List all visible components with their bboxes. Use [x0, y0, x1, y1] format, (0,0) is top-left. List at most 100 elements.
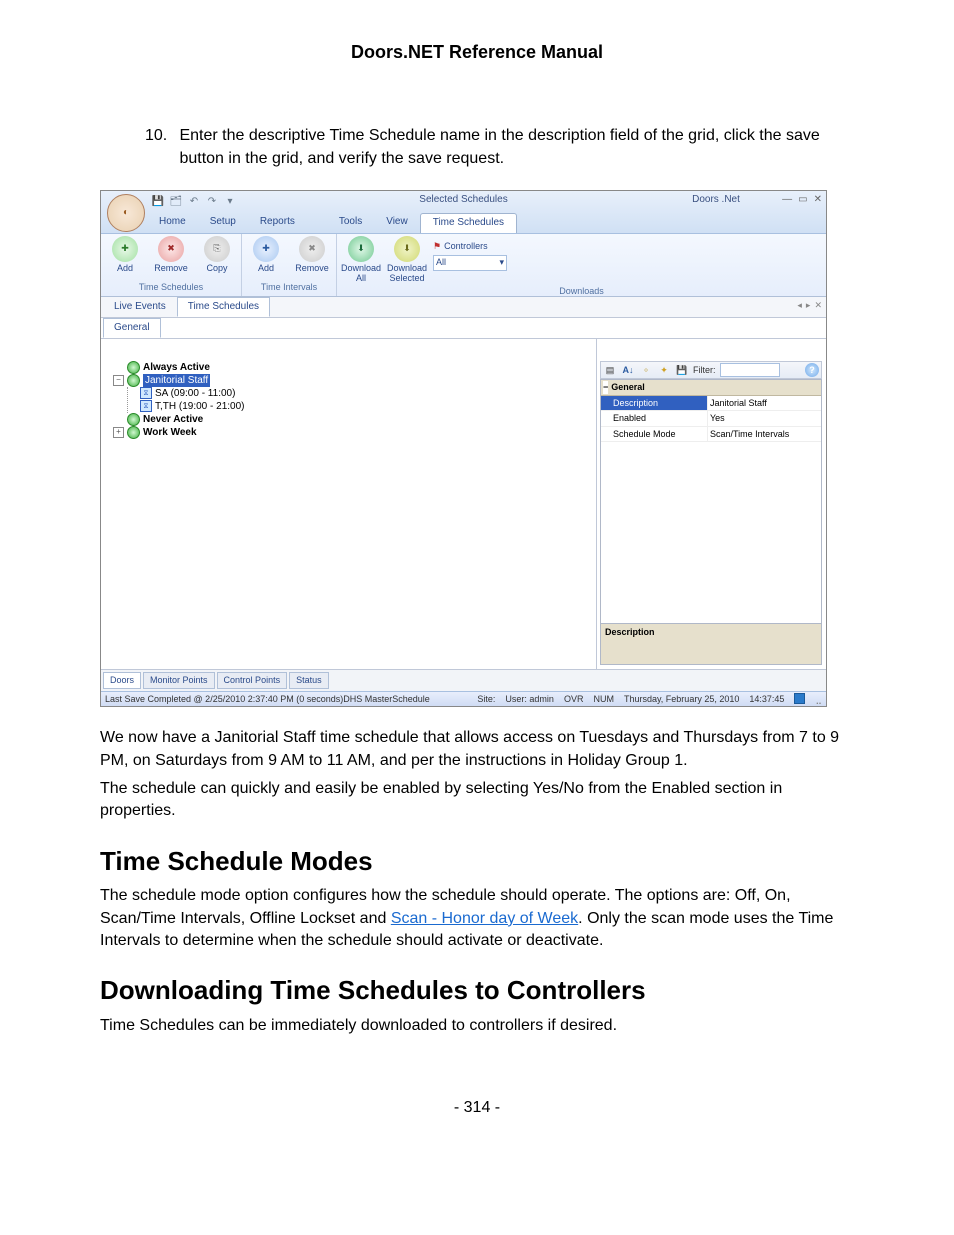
sub-tabs-row: General — [101, 318, 826, 339]
add-schedule-button[interactable]: ✚ Add — [105, 236, 145, 274]
lightning-icon[interactable]: ✦ — [657, 363, 671, 377]
tree-node-work-week[interactable]: + Work Week — [113, 426, 596, 439]
add-icon: ✚ — [112, 236, 138, 262]
properties-description: Description — [600, 624, 822, 665]
remove-schedule-button[interactable]: ✖ Remove — [151, 236, 191, 274]
add-label: Add — [117, 264, 133, 274]
status-date: Thursday, February 25, 2010 — [624, 693, 739, 706]
resize-grip-icon[interactable]: ⣀ — [815, 693, 822, 706]
close-icon[interactable]: ✕ — [814, 193, 822, 207]
categorized-icon[interactable]: ▤ — [603, 363, 617, 377]
panel-tab-time-schedules[interactable]: Time Schedules — [177, 297, 270, 317]
disk-icon — [794, 693, 805, 704]
heading-downloading: Downloading Time Schedules to Controller… — [100, 972, 854, 1008]
tree-node-sa-interval[interactable]: ⧖ SA (09:00 - 11:00) — [140, 387, 596, 400]
status-last-save: Last Save Completed @ 2/25/2010 2:37:40 … — [105, 693, 467, 706]
menu-tab-time-schedules[interactable]: Time Schedules — [420, 213, 517, 233]
save-icon[interactable]: 💾 — [675, 363, 689, 377]
controllers-combo[interactable]: All ▾ — [433, 255, 507, 271]
page-number: - 314 - — [100, 1097, 854, 1119]
tree-node-always-active[interactable]: Always Active — [113, 361, 596, 374]
bottom-tab-monitor-points[interactable]: Monitor Points — [143, 672, 215, 689]
body-paragraph-4: Time Schedules can be immediately downlo… — [100, 1015, 854, 1037]
controllers-label: Controllers — [444, 240, 488, 253]
combo-value: All — [436, 256, 446, 269]
remove-interval-button[interactable]: ✖ Remove — [292, 236, 332, 274]
download-selected-icon: ⬇ — [394, 236, 420, 262]
collapse-icon[interactable]: − — [603, 381, 608, 394]
maximize-icon[interactable]: ▭ — [798, 193, 807, 207]
nav-prev-icon[interactable]: ◂ — [797, 299, 802, 312]
save-all-icon[interactable]: 🗂 — [169, 195, 183, 209]
status-bar: Last Save Completed @ 2/25/2010 2:37:40 … — [101, 691, 826, 707]
panel-nav-icons: ◂ ▸ ✕ — [797, 299, 822, 312]
tree-node-tth-interval[interactable]: ⧖ T,TH (19:00 - 21:00) — [140, 400, 596, 413]
app-title: Doors .Net — [692, 193, 740, 207]
prop-row-description[interactable]: Description Janitorial Staff — [601, 396, 821, 412]
clock-icon — [127, 361, 140, 374]
group-label-time-schedules: Time Schedules — [105, 280, 237, 296]
download-all-button[interactable]: ⬇ Download All — [341, 236, 381, 284]
qat-dropdown-icon[interactable]: ▾ — [223, 195, 237, 209]
panel-tab-live-events[interactable]: Live Events — [103, 297, 177, 317]
ribbon: ✚ Add ✖ Remove ⎘ Copy Time Schedules ✚ A… — [101, 234, 826, 297]
redo-icon[interactable]: ↷ — [205, 195, 219, 209]
flag-icon: ⚑ — [433, 240, 441, 253]
ribbon-group-downloads: ⬇ Download All ⬇ Download Selected ⚑ Con… — [337, 234, 826, 296]
window-controls: — ▭ ✕ — [782, 193, 822, 207]
menu-tab-reports[interactable]: Reports — [248, 213, 307, 233]
tree-node-never-active[interactable]: Never Active — [113, 413, 596, 426]
workspace: Always Active − Janitorial Staff ⧖ SA (0… — [101, 339, 826, 669]
node-label: Work Week — [143, 426, 197, 439]
menu-tab-view[interactable]: View — [374, 213, 420, 233]
copy-schedule-button[interactable]: ⎘ Copy — [197, 236, 237, 274]
app-orb-icon[interactable]: ◐ — [107, 194, 145, 232]
expand-icon[interactable]: + — [113, 427, 124, 438]
prop-row-enabled[interactable]: Enabled Yes — [601, 411, 821, 427]
sub-tab-general[interactable]: General — [103, 318, 161, 338]
filter-input[interactable] — [720, 363, 780, 377]
prop-row-mode[interactable]: Schedule Mode Scan/Time Intervals — [601, 427, 821, 443]
bottom-tab-status[interactable]: Status — [289, 672, 329, 689]
body-paragraph-3: The schedule mode option configures how … — [100, 885, 854, 952]
tree-node-janitorial[interactable]: − Janitorial Staff — [113, 374, 596, 387]
ribbon-menu: Home Setup Reports Tools View Time Sched… — [147, 213, 517, 233]
filter-label: Filter: — [693, 364, 716, 377]
menu-tab-tools[interactable]: Tools — [327, 213, 374, 233]
prop-value[interactable]: Janitorial Staff — [708, 396, 821, 411]
remove-interval-icon: ✖ — [299, 236, 325, 262]
prop-value[interactable]: Scan/Time Intervals — [708, 427, 821, 442]
category-label: General — [611, 381, 645, 394]
undo-icon[interactable]: ↶ — [187, 195, 201, 209]
ribbon-group-time-schedules: ✚ Add ✖ Remove ⎘ Copy Time Schedules — [101, 234, 242, 296]
properties-toolbar: ▤ A↓ ⚬ ✦ 💾 Filter: ? — [600, 361, 822, 379]
instruction-step: 10. Enter the descriptive Time Schedule … — [145, 125, 854, 170]
bottom-tab-control-points[interactable]: Control Points — [217, 672, 288, 689]
chevron-down-icon: ▾ — [499, 256, 504, 269]
menu-tab-setup[interactable]: Setup — [198, 213, 248, 233]
clock-icon — [127, 413, 140, 426]
prop-value[interactable]: Yes — [708, 411, 821, 426]
clock-icon — [127, 426, 140, 439]
group-label-time-intervals: Time Intervals — [246, 280, 332, 296]
node-label: T,TH (19:00 - 21:00) — [155, 400, 244, 413]
link-scan-honor-day[interactable]: Scan - Honor day of Week — [391, 910, 578, 927]
nav-next-icon[interactable]: ▸ — [806, 299, 811, 312]
add-interval-label: Add — [258, 264, 274, 274]
prop-category-general[interactable]: − General — [601, 380, 821, 396]
node-label-selected: Janitorial Staff — [143, 374, 210, 387]
bottom-tab-doors[interactable]: Doors — [103, 672, 141, 689]
add-interval-button[interactable]: ✚ Add — [246, 236, 286, 274]
download-selected-button[interactable]: ⬇ Download Selected — [387, 236, 427, 284]
sort-az-icon[interactable]: A↓ — [621, 363, 635, 377]
status-ovr: OVR — [564, 693, 584, 706]
panel-close-icon[interactable]: ✕ — [814, 299, 822, 312]
interval-icon: ⧖ — [140, 387, 152, 399]
menu-tab-home[interactable]: Home — [147, 213, 198, 233]
save-icon[interactable]: 💾 — [151, 195, 165, 209]
collapse-icon[interactable]: − — [113, 375, 124, 386]
panel-tabs-row: Live Events Time Schedules ◂ ▸ ✕ — [101, 297, 826, 318]
help-icon[interactable]: ? — [805, 363, 819, 377]
minimize-icon[interactable]: — — [782, 193, 792, 207]
props-events-icon[interactable]: ⚬ — [639, 363, 653, 377]
